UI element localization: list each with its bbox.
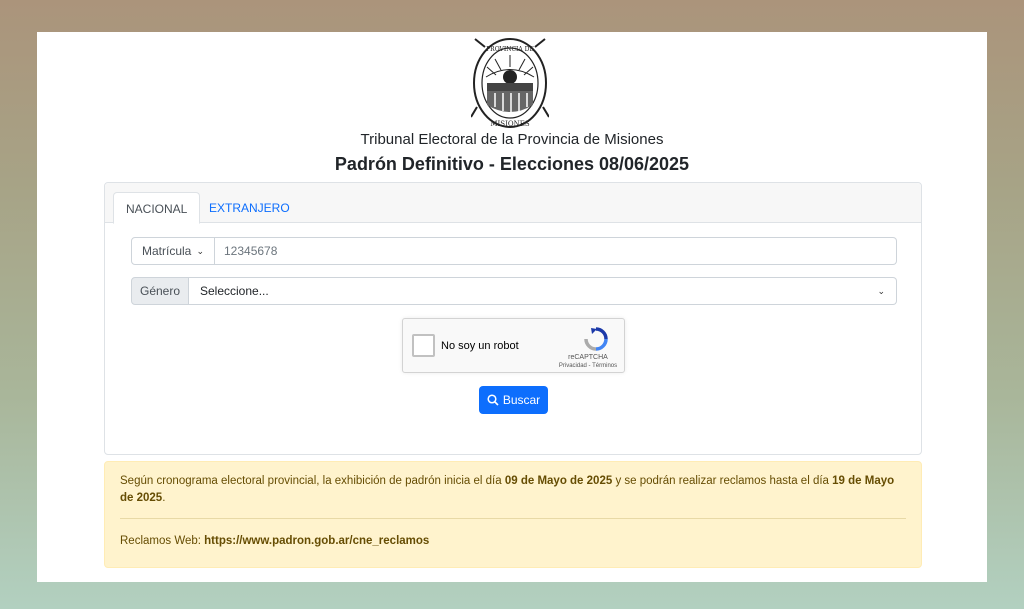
provincial-seal-logo: PROVINCIA DE MISIONES: [471, 38, 549, 128]
gender-input-group: Género Seleccione... ⌄: [131, 277, 897, 305]
gender-label: Género: [131, 277, 189, 305]
document-input-group: Matrícula ⌄ 12345678: [131, 237, 897, 265]
notice-start-date: 09 de Mayo de 2025: [504, 475, 613, 487]
recaptcha-terms-link[interactable]: Privacidad - Términos: [553, 363, 623, 369]
claims-label: Reclamos Web:: [120, 535, 205, 547]
recaptcha-checkbox[interactable]: [412, 334, 435, 357]
notice-text-part: y se podrán realizar reclamos hasta el d…: [612, 475, 833, 487]
recaptcha-icon: [584, 327, 608, 351]
tab-bar: NACIONAL EXTRANJERO: [105, 183, 921, 224]
schedule-notice: Según cronograma electoral provincial, l…: [104, 461, 922, 568]
recaptcha-widget: No soy un robot reCAPTCHA Privacidad - T…: [402, 318, 625, 373]
tab-extranjero[interactable]: EXTRANJERO: [197, 192, 302, 224]
document-number-input[interactable]: 12345678: [215, 237, 897, 265]
notice-claims-text: Reclamos Web: https://www.padron.gob.ar/…: [120, 533, 429, 550]
search-button-label: Buscar: [502, 393, 541, 407]
claims-link[interactable]: https://www.padron.gob.ar/cne_reclamos: [204, 535, 429, 547]
tab-nacional[interactable]: NACIONAL: [113, 192, 201, 224]
notice-divider: [120, 518, 906, 519]
seal-top-text: PROVINCIA DE: [486, 46, 534, 53]
notice-text-part: .: [162, 492, 166, 504]
page-title: Padrón Definitivo - Elecciones 08/06/202…: [334, 154, 690, 174]
gender-select[interactable]: Seleccione... ⌄: [189, 277, 897, 305]
search-panel: NACIONAL EXTRANJERO Matrícula ⌄ 12345678…: [104, 182, 922, 455]
gender-select-value: Seleccione...: [200, 284, 269, 298]
recaptcha-label: No soy un robot: [441, 340, 519, 352]
document-number-placeholder: 12345678: [224, 244, 278, 258]
document-type-value: Matrícula: [142, 244, 192, 258]
seal-bottom-text: MISIONES: [490, 120, 529, 128]
notice-schedule-text: Según cronograma electoral provincial, l…: [120, 473, 900, 507]
recaptcha-brand: reCAPTCHA: [568, 354, 608, 361]
organization-title: Tribunal Electoral de la Provincia de Mi…: [360, 131, 664, 148]
search-button[interactable]: Buscar: [479, 386, 548, 414]
document-type-select[interactable]: Matrícula ⌄: [131, 237, 215, 265]
search-icon: [487, 394, 499, 406]
chevron-down-icon: ⌄: [877, 285, 885, 296]
chevron-down-icon: ⌄: [196, 245, 204, 256]
notice-text-part: Según cronograma electoral provincial, l…: [120, 475, 505, 487]
